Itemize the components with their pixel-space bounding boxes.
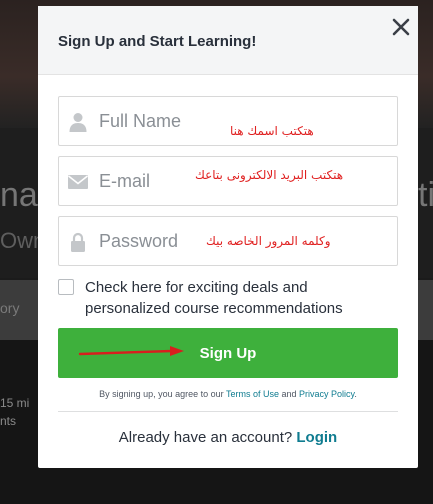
terms-prefix: By signing up, you agree to our	[99, 389, 226, 399]
terms-of-use-link[interactable]: Terms of Use	[226, 389, 279, 399]
signup-button-label: Sign Up	[199, 344, 257, 362]
background-text-right: ti	[418, 176, 433, 214]
divider	[58, 411, 398, 412]
email-annotation: هتكتب البريد الالكترونى بتاعك	[195, 168, 344, 182]
close-button[interactable]	[388, 14, 414, 40]
background-text-4b: nts	[0, 414, 17, 428]
envelope-icon	[67, 171, 89, 193]
full-name-field	[58, 96, 398, 146]
offers-checkbox-label[interactable]: Check here for exciting deals and person…	[85, 277, 385, 319]
user-icon	[67, 111, 89, 133]
terms-text: By signing up, you agree to our Terms of…	[38, 389, 418, 399]
background-text-4a: 15 mi	[0, 396, 30, 410]
lock-icon	[67, 231, 89, 253]
background-text-4: 15 mi nts	[0, 394, 29, 430]
background-text-3: ory	[0, 300, 20, 316]
terms-suffix: .	[354, 389, 357, 399]
password-annotation: وكلمه المرور الخاصه بيك	[206, 234, 331, 248]
modal-title: Sign Up and Start Learning!	[58, 33, 257, 50]
signup-button[interactable]: Sign Up	[58, 328, 398, 378]
login-row: Already have an account? Login	[38, 429, 418, 446]
login-link[interactable]: Login	[296, 429, 337, 446]
modal-header: Sign Up and Start Learning!	[38, 6, 418, 75]
close-icon	[392, 18, 410, 36]
login-prompt: Already have an account?	[118, 429, 297, 446]
signup-modal: Sign Up and Start Learning! هتكتب اسمك ه…	[38, 6, 418, 468]
full-name-annotation: هتكتب اسمك هنا	[230, 124, 314, 138]
offers-checkbox-row: Check here for exciting deals and person…	[58, 277, 398, 321]
offers-checkbox[interactable]	[58, 279, 74, 295]
privacy-policy-link[interactable]: Privacy Policy	[299, 389, 354, 399]
terms-middle: and	[279, 389, 300, 399]
